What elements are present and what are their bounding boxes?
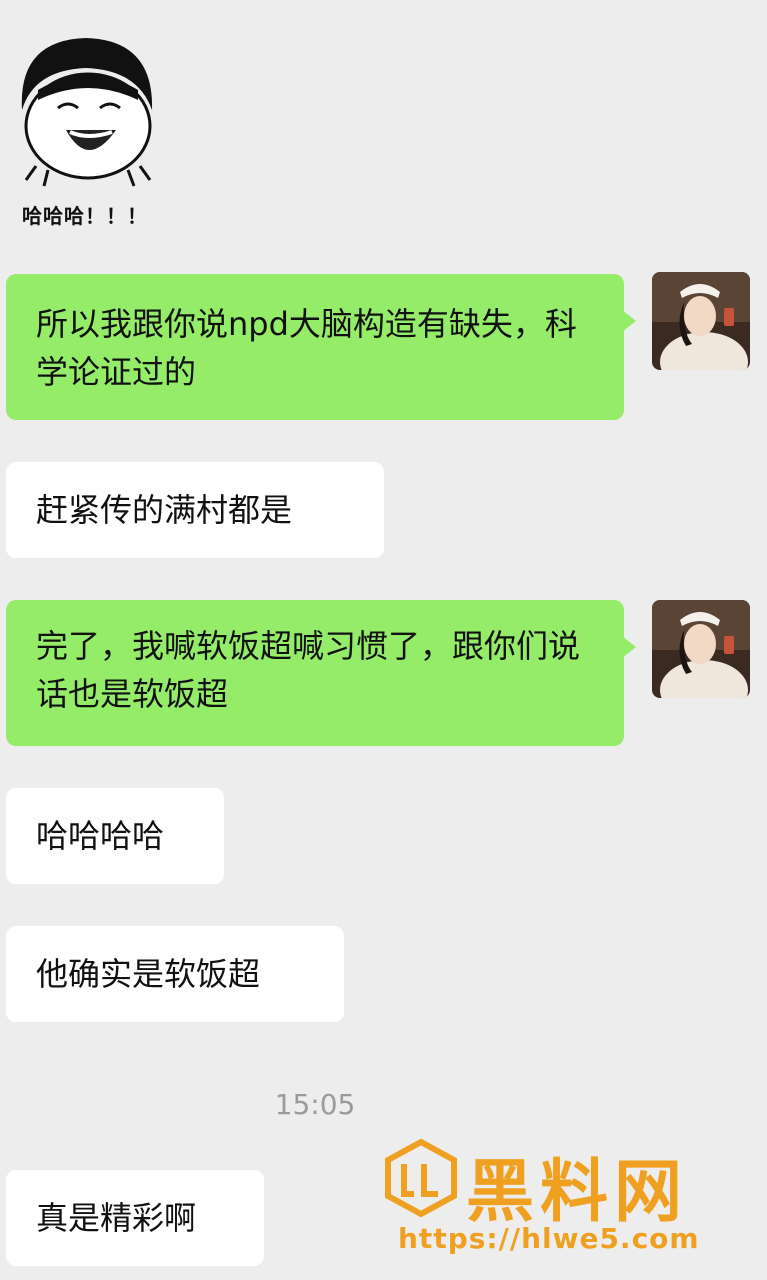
incoming-message-bubble[interactable]: 真是精彩啊: [6, 1170, 264, 1266]
incoming-message-bubble[interactable]: 哈哈哈哈: [6, 788, 224, 884]
watermark-logo-icon: [385, 1138, 457, 1218]
message-text: 完了，我喊软饭超喊习惯了，跟你们说话也是软饭超: [36, 627, 581, 713]
message-text: 所以我跟你说npd大脑构造有缺失，科学论证过的: [36, 305, 577, 391]
message-text: 他确实是软饭超: [36, 955, 261, 993]
incoming-message-bubble[interactable]: 赶紧传的满村都是: [6, 462, 384, 558]
message-text: 哈哈哈哈: [36, 817, 165, 855]
user-avatar[interactable]: [652, 600, 750, 698]
user-avatar[interactable]: [652, 272, 750, 370]
outgoing-message-bubble[interactable]: 所以我跟你说npd大脑构造有缺失，科学论证过的: [6, 274, 636, 420]
outgoing-message-bubble[interactable]: 完了，我喊软饭超喊习惯了，跟你们说话也是软饭超: [6, 600, 636, 746]
message-text: 赶紧传的满村都是: [36, 491, 293, 529]
message-timestamp: 15:05: [274, 1088, 356, 1121]
sticker-caption: 哈哈哈！！！: [22, 204, 148, 228]
message-text: 真是精彩啊: [36, 1199, 197, 1237]
incoming-message-bubble[interactable]: 他确实是软饭超: [6, 926, 344, 1022]
watermark-title: 黑料网: [466, 1153, 689, 1232]
laughing-sticker-image[interactable]: [8, 30, 164, 190]
watermark-url: https://hlwe5.com: [398, 1222, 700, 1255]
